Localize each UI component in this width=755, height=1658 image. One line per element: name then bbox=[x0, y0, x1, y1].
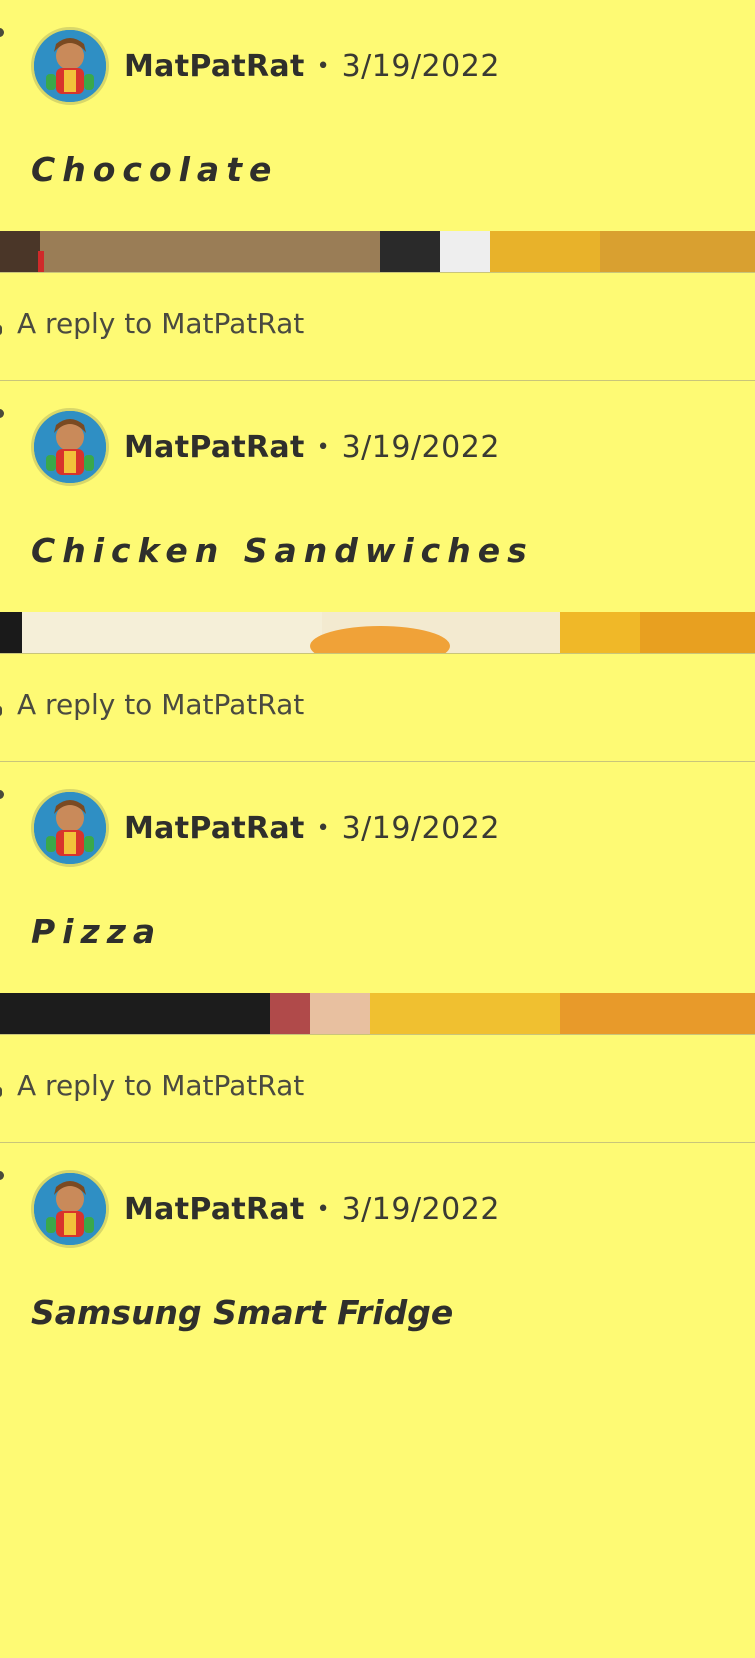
reply-feed: MatPatRat • 3/19/2022 Chocolate A reply … bbox=[0, 0, 755, 1416]
post-header: MatPatRat • 3/19/2022 bbox=[31, 788, 500, 868]
avatar[interactable] bbox=[31, 1170, 109, 1248]
reply-thread-icon bbox=[0, 325, 2, 335]
reply-indicator[interactable]: A reply to MatPatRat bbox=[0, 273, 755, 381]
post-date: 3/19/2022 bbox=[341, 48, 500, 84]
separator-dot: • bbox=[316, 815, 330, 841]
media-image-strip bbox=[0, 993, 755, 1034]
thread-dot-icon bbox=[0, 790, 4, 799]
reply-indicator[interactable]: A reply to MatPatRat bbox=[0, 654, 755, 762]
media-image-strip bbox=[0, 612, 755, 653]
post-card[interactable]: MatPatRat • 3/19/2022 Chicken Sandwiches bbox=[0, 381, 755, 654]
post-header: MatPatRat • 3/19/2022 bbox=[31, 26, 500, 106]
reply-indicator[interactable]: A reply to MatPatRat bbox=[0, 1035, 755, 1143]
post-card[interactable]: MatPatRat • 3/19/2022 Pizza bbox=[0, 762, 755, 1035]
post-card[interactable]: MatPatRat • 3/19/2022 Samsung Smart Frid… bbox=[0, 1143, 755, 1416]
post-header: MatPatRat • 3/19/2022 bbox=[31, 1169, 500, 1249]
reply-label: A reply to MatPatRat bbox=[17, 307, 305, 340]
post-date: 3/19/2022 bbox=[341, 810, 500, 846]
username[interactable]: MatPatRat bbox=[124, 1192, 305, 1227]
post-card[interactable]: MatPatRat • 3/19/2022 Chocolate bbox=[0, 0, 755, 273]
thread-dot-icon bbox=[0, 28, 4, 37]
username[interactable]: MatPatRat bbox=[124, 811, 305, 846]
reply-label: A reply to MatPatRat bbox=[17, 1069, 305, 1102]
avatar[interactable] bbox=[31, 408, 109, 486]
character-avatar-icon bbox=[34, 792, 106, 864]
post-body: Samsung Smart Fridge bbox=[31, 1293, 454, 1332]
separator-dot: • bbox=[316, 434, 330, 460]
avatar[interactable] bbox=[31, 27, 109, 105]
post-body: Pizza bbox=[31, 912, 163, 951]
character-avatar-icon bbox=[34, 411, 106, 483]
character-avatar-icon bbox=[34, 30, 106, 102]
post-body: Chicken Sandwiches bbox=[31, 531, 534, 570]
reply-label: A reply to MatPatRat bbox=[17, 688, 305, 721]
media-image-strip bbox=[0, 231, 755, 272]
post-date: 3/19/2022 bbox=[341, 1191, 500, 1227]
post-header: MatPatRat • 3/19/2022 bbox=[31, 407, 500, 487]
separator-dot: • bbox=[316, 1196, 330, 1222]
separator-dot: • bbox=[316, 53, 330, 79]
post-date: 3/19/2022 bbox=[341, 429, 500, 465]
avatar[interactable] bbox=[31, 789, 109, 867]
username[interactable]: MatPatRat bbox=[124, 49, 305, 84]
reply-thread-icon bbox=[0, 1087, 2, 1097]
character-avatar-icon bbox=[34, 1173, 106, 1245]
post-media-strip[interactable] bbox=[0, 231, 755, 272]
post-media-strip[interactable] bbox=[0, 993, 755, 1034]
username[interactable]: MatPatRat bbox=[124, 430, 305, 465]
post-body: Chocolate bbox=[31, 150, 279, 189]
post-media-strip[interactable] bbox=[0, 612, 755, 653]
reply-thread-icon bbox=[0, 706, 2, 716]
thread-dot-icon bbox=[0, 1171, 4, 1180]
thread-dot-icon bbox=[0, 409, 4, 418]
